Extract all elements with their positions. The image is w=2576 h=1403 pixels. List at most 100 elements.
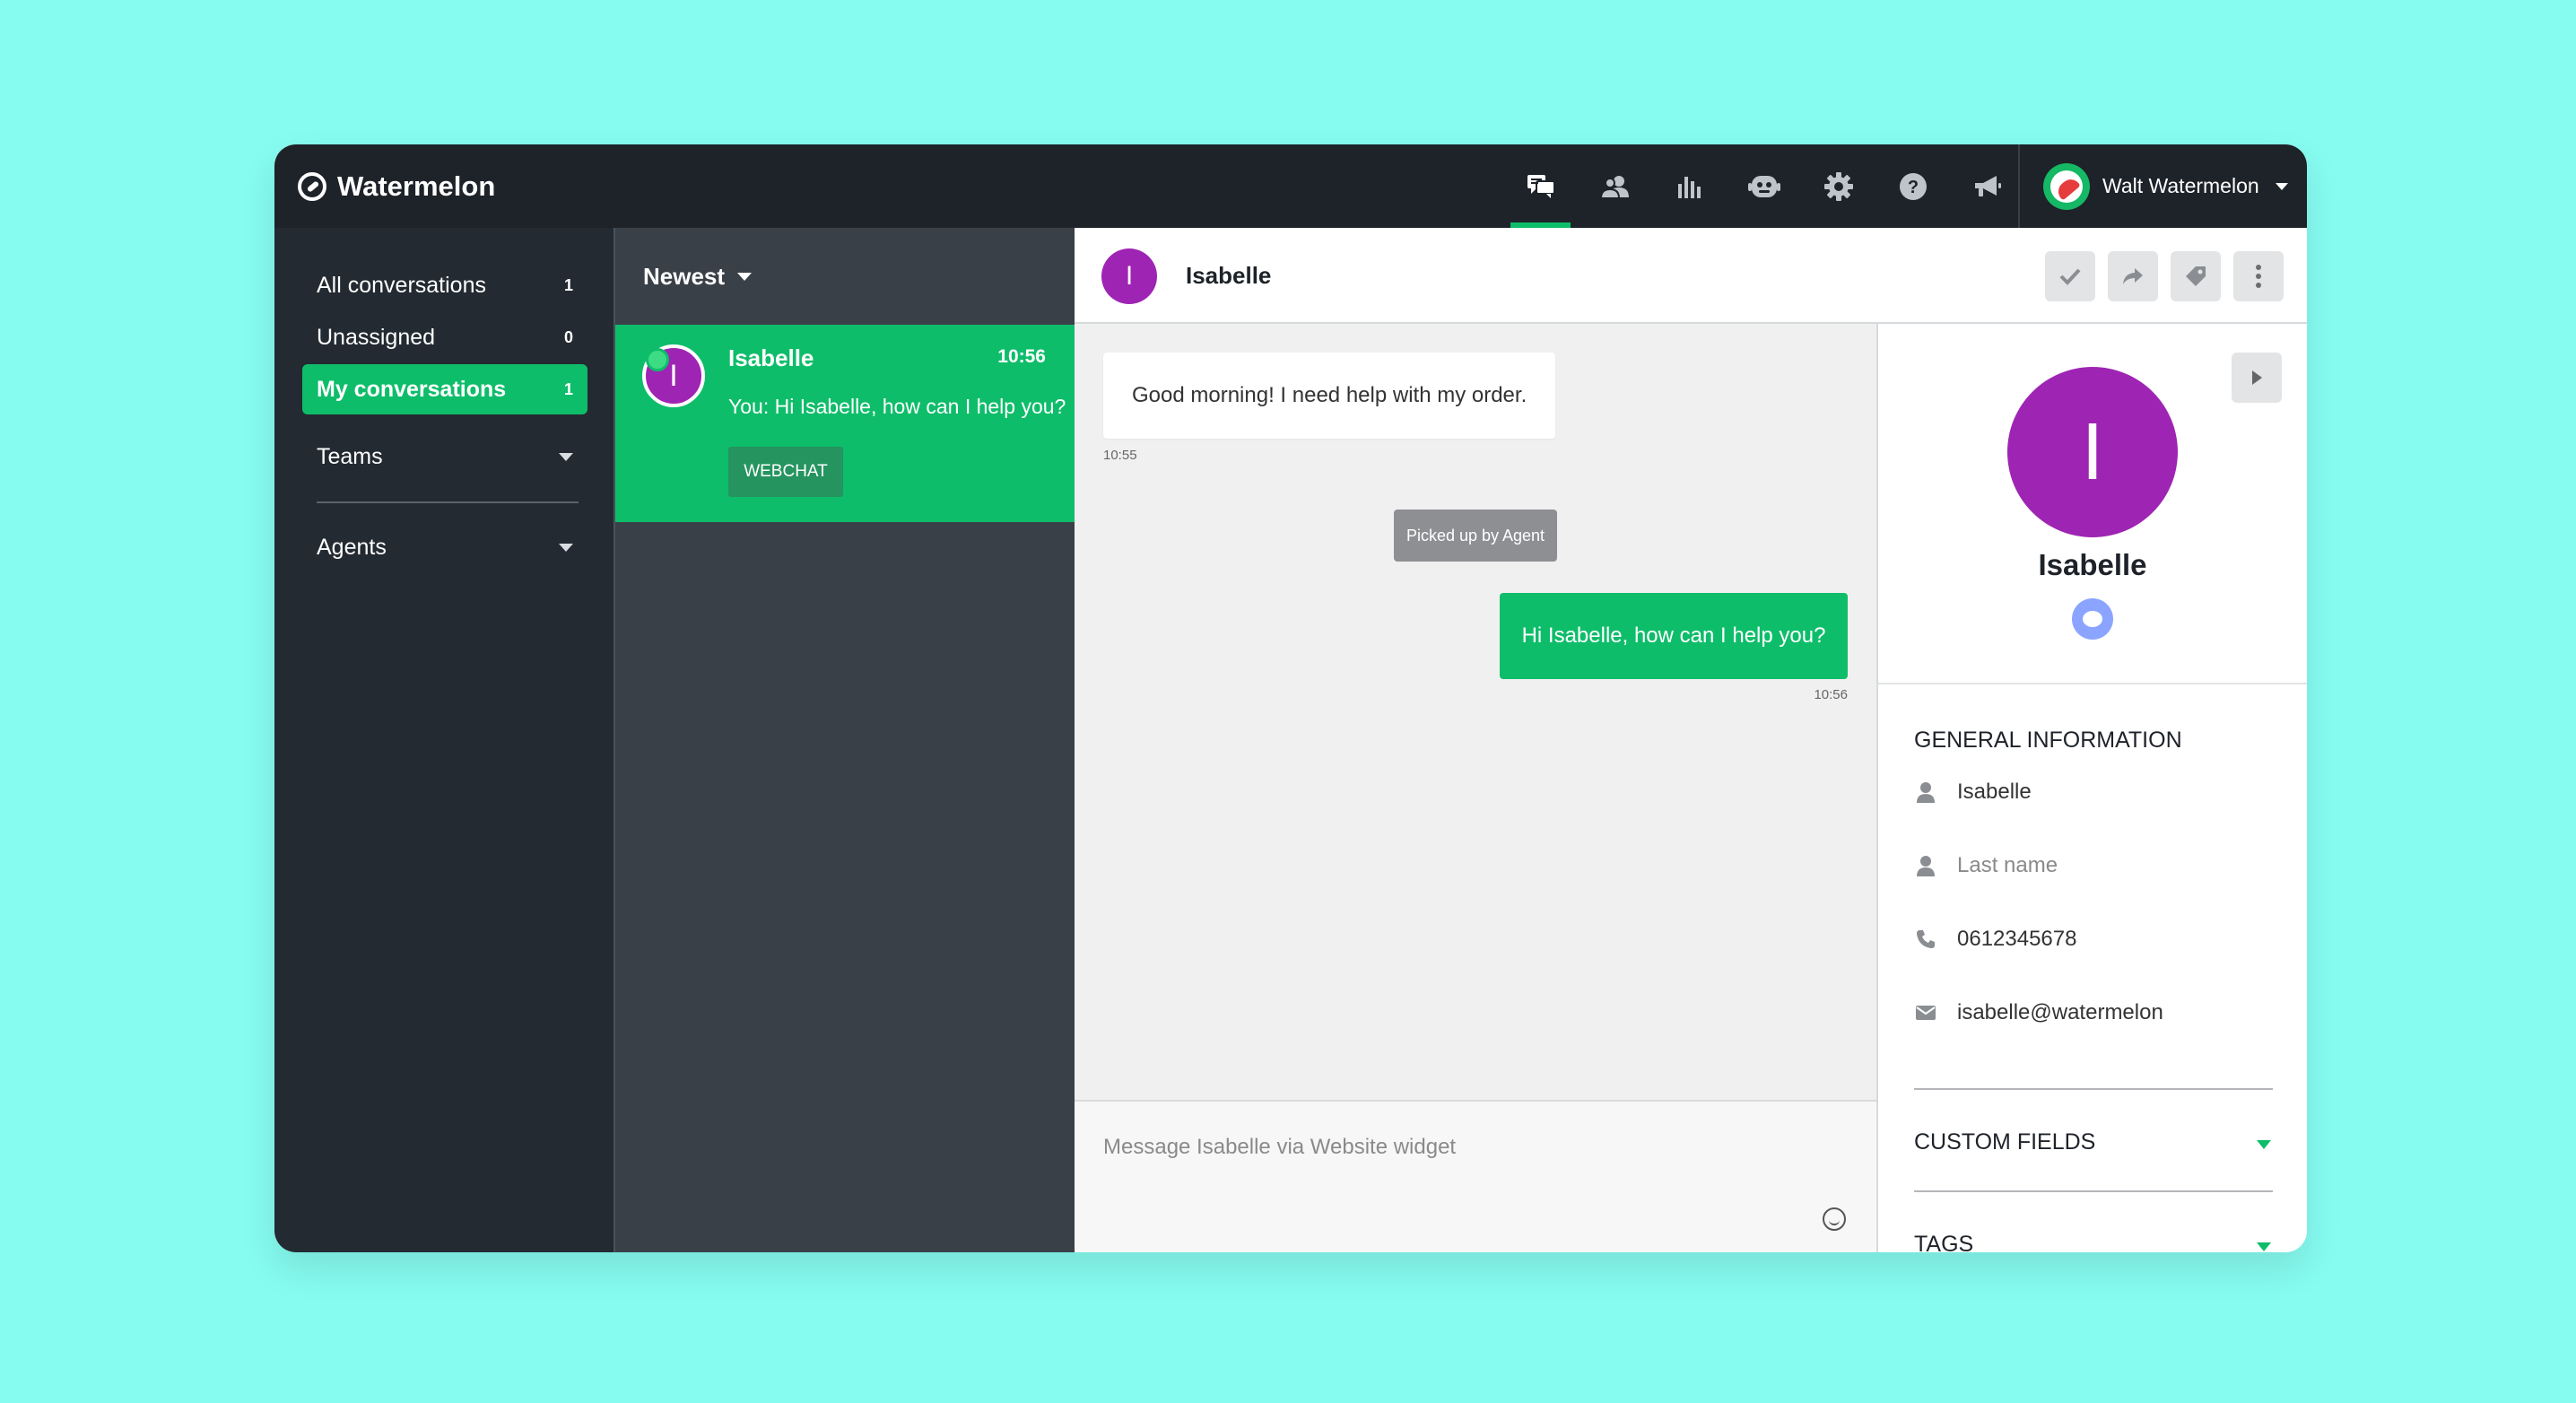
chat-actions bbox=[2045, 251, 2284, 301]
general-information-title: GENERAL INFORMATION bbox=[1914, 728, 2182, 753]
conversation-time: 10:56 bbox=[997, 346, 1046, 367]
mail-icon bbox=[1916, 1006, 1936, 1020]
emoji-icon[interactable] bbox=[1823, 1207, 1846, 1231]
message-composer bbox=[1075, 1100, 1878, 1252]
message-timestamp: 10:56 bbox=[1814, 687, 1848, 702]
chevron-down-icon[interactable] bbox=[2257, 1140, 2271, 1149]
last-name-field[interactable]: Last name bbox=[1914, 853, 2058, 878]
nav-settings[interactable] bbox=[1801, 144, 1875, 228]
system-message: Picked up by Agent bbox=[1394, 510, 1557, 562]
conversations-icon bbox=[1527, 174, 1555, 198]
check-icon bbox=[2059, 268, 2081, 285]
top-bar: Watermelon ? Walt Watermelon bbox=[274, 144, 2307, 228]
custom-fields-toggle[interactable]: CUSTOM FIELDS bbox=[1914, 1129, 2095, 1155]
last-name-placeholder: Last name bbox=[1957, 853, 2058, 877]
resolve-button[interactable] bbox=[2045, 251, 2095, 301]
nav-announcements[interactable] bbox=[1950, 144, 2024, 228]
phone-field[interactable]: 0612345678 bbox=[1914, 927, 2076, 952]
email-value: isabelle@watermelon bbox=[1957, 1000, 2163, 1024]
nav-conversations[interactable] bbox=[1503, 144, 1578, 228]
app-name: Watermelon bbox=[337, 170, 496, 202]
sidebar-item-label: Teams bbox=[317, 443, 383, 469]
tag-button[interactable] bbox=[2171, 251, 2221, 301]
sidebar-item-count: 1 bbox=[563, 275, 573, 294]
sidebar-item-label: Agents bbox=[317, 534, 387, 560]
first-name-value: Isabelle bbox=[1957, 780, 2032, 804]
message-thread: Good morning! I need help with my order.… bbox=[1075, 324, 1878, 1100]
chevron-down-icon bbox=[559, 452, 573, 461]
user-menu[interactable]: Walt Watermelon bbox=[2018, 144, 2307, 228]
nav-help[interactable]: ? bbox=[1875, 144, 1950, 228]
nav-contacts[interactable] bbox=[1578, 144, 1652, 228]
more-options-button[interactable] bbox=[2233, 251, 2284, 301]
sidebar-item-count: 0 bbox=[563, 327, 573, 346]
watermelon-logo-icon bbox=[298, 171, 326, 201]
avatar: I bbox=[1101, 248, 1157, 304]
sidebar-item-label: My conversations bbox=[317, 376, 507, 402]
webchat-channel-icon bbox=[2072, 598, 2113, 640]
contacts-icon bbox=[1599, 175, 1629, 199]
sidebar-item-my-conversations[interactable]: My conversations 1 bbox=[302, 364, 587, 414]
user-name: Walt Watermelon bbox=[2102, 174, 2259, 197]
settings-icon bbox=[1823, 171, 1853, 201]
profile-name: Isabelle bbox=[2038, 548, 2147, 581]
conversation-preview: You: Hi Isabelle, how can I help you? bbox=[728, 395, 1066, 418]
channel-badge: WEBCHAT bbox=[728, 447, 843, 497]
user-avatar bbox=[2043, 162, 2090, 210]
bot-icon bbox=[1747, 175, 1780, 197]
divider bbox=[1878, 683, 2307, 684]
conversation-name: Isabelle bbox=[728, 344, 814, 371]
watermelon-avatar-icon bbox=[2050, 170, 2083, 203]
forward-icon bbox=[2123, 268, 2143, 284]
message-input[interactable] bbox=[1101, 1128, 1841, 1166]
help-icon: ? bbox=[1899, 172, 1927, 200]
sidebar-item-teams[interactable]: Teams bbox=[302, 431, 587, 482]
email-field[interactable]: isabelle@watermelon bbox=[1914, 1000, 2163, 1025]
chevron-down-icon bbox=[737, 272, 753, 281]
sidebar: All conversations 1 Unassigned 0 My conv… bbox=[274, 228, 615, 1252]
tag-icon bbox=[2186, 266, 2206, 286]
conversation-item[interactable]: I Isabelle 10:56 You: Hi Isabelle, how c… bbox=[615, 325, 1075, 522]
announcements-icon bbox=[1974, 175, 2001, 196]
person-icon bbox=[1917, 782, 1935, 803]
nav-bot[interactable] bbox=[1727, 144, 1801, 228]
conversation-list: Newest I Isabelle 10:56 You: Hi Isabelle… bbox=[615, 228, 1075, 1252]
outgoing-message: Hi Isabelle, how can I help you? bbox=[1500, 593, 1848, 679]
person-icon bbox=[1917, 856, 1935, 876]
app-window: Watermelon ? Walt Watermelon All convers… bbox=[274, 144, 2307, 1252]
sidebar-item-unassigned[interactable]: Unassigned 0 bbox=[302, 312, 587, 362]
svg-text:?: ? bbox=[1907, 178, 1918, 197]
phone-icon bbox=[1917, 930, 1935, 948]
incoming-message: Good morning! I need help with my order. bbox=[1103, 353, 1556, 439]
brand[interactable]: Watermelon bbox=[298, 144, 495, 228]
sidebar-item-count: 1 bbox=[563, 379, 573, 398]
chevron-down-icon[interactable] bbox=[2257, 1242, 2271, 1251]
chevron-down-icon bbox=[2275, 182, 2288, 190]
message-timestamp: 10:55 bbox=[1103, 448, 1137, 463]
sort-label: Newest bbox=[643, 262, 726, 290]
sidebar-item-agents[interactable]: Agents bbox=[302, 522, 587, 572]
more-vertical-icon bbox=[2256, 265, 2261, 288]
sidebar-item-all-conversations[interactable]: All conversations 1 bbox=[302, 260, 587, 310]
tags-toggle[interactable]: TAGS bbox=[1914, 1232, 1973, 1252]
divider bbox=[1914, 1088, 2273, 1090]
chat-header: I Isabelle bbox=[1075, 228, 2307, 324]
sidebar-item-label: Unassigned bbox=[317, 324, 436, 350]
main-nav: ? bbox=[1503, 144, 2024, 228]
avatar: I bbox=[2007, 367, 2178, 537]
first-name-field[interactable]: Isabelle bbox=[1914, 780, 2032, 805]
reports-icon bbox=[1677, 176, 1701, 198]
chat-bubble-icon bbox=[2083, 611, 2102, 627]
collapse-panel-button[interactable] bbox=[2232, 353, 2282, 403]
sidebar-item-label: All conversations bbox=[317, 272, 486, 298]
chat-contact-name: Isabelle bbox=[1186, 262, 1272, 289]
phone-value: 0612345678 bbox=[1957, 927, 2077, 951]
online-status-icon bbox=[646, 348, 669, 371]
contact-profile-panel: I Isabelle GENERAL INFORMATION Isabelle … bbox=[1878, 324, 2307, 1252]
nav-reports[interactable] bbox=[1652, 144, 1727, 228]
sort-dropdown[interactable]: Newest bbox=[643, 228, 753, 325]
divider bbox=[1914, 1190, 2273, 1192]
divider bbox=[317, 501, 579, 503]
chevron-down-icon bbox=[559, 543, 573, 552]
forward-button[interactable] bbox=[2108, 251, 2158, 301]
